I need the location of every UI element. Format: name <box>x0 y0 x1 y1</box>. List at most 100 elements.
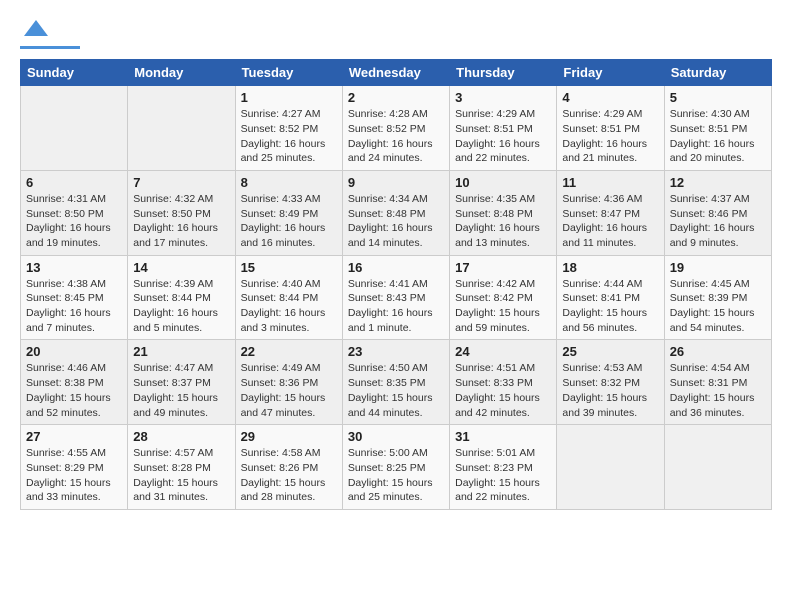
page-header <box>20 20 772 49</box>
day-info: Sunrise: 4:42 AM Sunset: 8:42 PM Dayligh… <box>455 277 551 336</box>
logo-divider <box>20 46 80 49</box>
day-info: Sunrise: 4:55 AM Sunset: 8:29 PM Dayligh… <box>26 446 122 505</box>
day-number: 24 <box>455 344 551 359</box>
day-number: 16 <box>348 260 444 275</box>
calendar-cell: 1Sunrise: 4:27 AM Sunset: 8:52 PM Daylig… <box>235 86 342 171</box>
calendar-cell: 26 Sunrise: 4:54 AM Sunset: 8:31 PM Dayli… <box>664 340 771 425</box>
calendar-cell: 28 Sunrise: 4:57 AM Sunset: 8:28 PM Dayli… <box>128 425 235 510</box>
day-info: Sunrise: 4:41 AM Sunset: 8:43 PM Dayligh… <box>348 277 444 336</box>
calendar-cell: 7 Sunrise: 4:32 AM Sunset: 8:50 PM Daylig… <box>128 170 235 255</box>
day-number: 18 <box>562 260 658 275</box>
day-info: Sunrise: 5:01 AM Sunset: 8:23 PM Dayligh… <box>455 446 551 505</box>
calendar-cell: 21 Sunrise: 4:47 AM Sunset: 8:37 PM Dayli… <box>128 340 235 425</box>
day-number: 22 <box>241 344 337 359</box>
calendar-cell: 30 Sunrise: 5:00 AM Sunset: 8:25 PM Dayli… <box>342 425 449 510</box>
day-info: Sunrise: 5:00 AM Sunset: 8:25 PM Dayligh… <box>348 446 444 505</box>
day-number: 6 <box>26 175 122 190</box>
calendar-table: SundayMondayTuesdayWednesdayThursdayFrid… <box>20 59 772 510</box>
day-info: Sunrise: 4:57 AM Sunset: 8:28 PM Dayligh… <box>133 446 229 505</box>
calendar-cell: 4 Sunrise: 4:29 AM Sunset: 8:51 PM Daylig… <box>557 86 664 171</box>
day-info: Sunrise: 4:39 AM Sunset: 8:44 PM Dayligh… <box>133 277 229 336</box>
day-info: Sunrise: 4:30 AM Sunset: 8:51 PM Dayligh… <box>670 107 766 166</box>
day-number: 29 <box>241 429 337 444</box>
calendar-cell: 2Sunrise: 4:28 AM Sunset: 8:52 PM Daylig… <box>342 86 449 171</box>
day-info: Sunrise: 4:37 AM Sunset: 8:46 PM Dayligh… <box>670 192 766 251</box>
weekday-header: Wednesday <box>342 60 449 86</box>
day-number: 7 <box>133 175 229 190</box>
day-info: Sunrise: 4:44 AM Sunset: 8:41 PM Dayligh… <box>562 277 658 336</box>
day-number: 28 <box>133 429 229 444</box>
day-number: 4 <box>562 90 658 105</box>
day-number: 31 <box>455 429 551 444</box>
calendar-week-row: 27 Sunrise: 4:55 AM Sunset: 8:29 PM Dayli… <box>21 425 772 510</box>
day-info: Sunrise: 4:45 AM Sunset: 8:39 PM Dayligh… <box>670 277 766 336</box>
day-info: Sunrise: 4:47 AM Sunset: 8:37 PM Dayligh… <box>133 361 229 420</box>
day-number: 13 <box>26 260 122 275</box>
day-number: 5 <box>670 90 766 105</box>
calendar-cell <box>21 86 128 171</box>
day-number: 2 <box>348 90 444 105</box>
day-number: 27 <box>26 429 122 444</box>
day-number: 11 <box>562 175 658 190</box>
calendar-cell: 10Sunrise: 4:35 AM Sunset: 8:48 PM Dayli… <box>450 170 557 255</box>
day-number: 9 <box>348 175 444 190</box>
calendar-cell: 31 Sunrise: 5:01 AM Sunset: 8:23 PM Dayli… <box>450 425 557 510</box>
day-info: Sunrise: 4:40 AM Sunset: 8:44 PM Dayligh… <box>241 277 337 336</box>
day-number: 30 <box>348 429 444 444</box>
day-info: Sunrise: 4:29 AM Sunset: 8:51 PM Dayligh… <box>455 107 551 166</box>
calendar-cell <box>128 86 235 171</box>
calendar-cell: 29 Sunrise: 4:58 AM Sunset: 8:26 PM Dayli… <box>235 425 342 510</box>
day-number: 26 <box>670 344 766 359</box>
calendar-cell: 16 Sunrise: 4:41 AM Sunset: 8:43 PM Dayli… <box>342 255 449 340</box>
day-info: Sunrise: 4:53 AM Sunset: 8:32 PM Dayligh… <box>562 361 658 420</box>
day-info: Sunrise: 4:58 AM Sunset: 8:26 PM Dayligh… <box>241 446 337 505</box>
calendar-cell: 13 Sunrise: 4:38 AM Sunset: 8:45 PM Dayli… <box>21 255 128 340</box>
day-info: Sunrise: 4:49 AM Sunset: 8:36 PM Dayligh… <box>241 361 337 420</box>
calendar-cell: 27 Sunrise: 4:55 AM Sunset: 8:29 PM Dayli… <box>21 425 128 510</box>
day-number: 20 <box>26 344 122 359</box>
calendar-cell: 18 Sunrise: 4:44 AM Sunset: 8:41 PM Dayli… <box>557 255 664 340</box>
day-info: Sunrise: 4:32 AM Sunset: 8:50 PM Dayligh… <box>133 192 229 251</box>
day-number: 14 <box>133 260 229 275</box>
day-info: Sunrise: 4:38 AM Sunset: 8:45 PM Dayligh… <box>26 277 122 336</box>
weekday-header: Thursday <box>450 60 557 86</box>
day-number: 19 <box>670 260 766 275</box>
calendar-cell: 3 Sunrise: 4:29 AM Sunset: 8:51 PM Daylig… <box>450 86 557 171</box>
calendar-week-row: 13 Sunrise: 4:38 AM Sunset: 8:45 PM Dayli… <box>21 255 772 340</box>
day-info: Sunrise: 4:36 AM Sunset: 8:47 PM Dayligh… <box>562 192 658 251</box>
calendar-cell: 25 Sunrise: 4:53 AM Sunset: 8:32 PM Dayli… <box>557 340 664 425</box>
day-number: 12 <box>670 175 766 190</box>
weekday-header: Sunday <box>21 60 128 86</box>
logo-icon <box>22 16 50 44</box>
calendar-cell: 11 Sunrise: 4:36 AM Sunset: 8:47 PM Dayli… <box>557 170 664 255</box>
day-number: 17 <box>455 260 551 275</box>
weekday-header: Friday <box>557 60 664 86</box>
calendar-week-row: 1Sunrise: 4:27 AM Sunset: 8:52 PM Daylig… <box>21 86 772 171</box>
weekday-header: Monday <box>128 60 235 86</box>
day-number: 3 <box>455 90 551 105</box>
calendar-week-row: 6 Sunrise: 4:31 AM Sunset: 8:50 PM Daylig… <box>21 170 772 255</box>
day-number: 15 <box>241 260 337 275</box>
day-number: 8 <box>241 175 337 190</box>
calendar-header-row: SundayMondayTuesdayWednesdayThursdayFrid… <box>21 60 772 86</box>
calendar-cell: 6 Sunrise: 4:31 AM Sunset: 8:50 PM Daylig… <box>21 170 128 255</box>
day-info: Sunrise: 4:46 AM Sunset: 8:38 PM Dayligh… <box>26 361 122 420</box>
calendar-cell: 5 Sunrise: 4:30 AM Sunset: 8:51 PM Daylig… <box>664 86 771 171</box>
day-info: Sunrise: 4:29 AM Sunset: 8:51 PM Dayligh… <box>562 107 658 166</box>
day-info: Sunrise: 4:54 AM Sunset: 8:31 PM Dayligh… <box>670 361 766 420</box>
day-info: Sunrise: 4:51 AM Sunset: 8:33 PM Dayligh… <box>455 361 551 420</box>
day-number: 10 <box>455 175 551 190</box>
day-info: Sunrise: 4:50 AM Sunset: 8:35 PM Dayligh… <box>348 361 444 420</box>
calendar-cell: 12 Sunrise: 4:37 AM Sunset: 8:46 PM Dayli… <box>664 170 771 255</box>
day-info: Sunrise: 4:31 AM Sunset: 8:50 PM Dayligh… <box>26 192 122 251</box>
day-info: Sunrise: 4:27 AM Sunset: 8:52 PM Dayligh… <box>241 107 337 166</box>
day-number: 23 <box>348 344 444 359</box>
weekday-header: Saturday <box>664 60 771 86</box>
day-number: 21 <box>133 344 229 359</box>
calendar-cell: 17 Sunrise: 4:42 AM Sunset: 8:42 PM Dayli… <box>450 255 557 340</box>
calendar-cell: 24 Sunrise: 4:51 AM Sunset: 8:33 PM Dayli… <box>450 340 557 425</box>
calendar-cell: 14 Sunrise: 4:39 AM Sunset: 8:44 PM Dayli… <box>128 255 235 340</box>
calendar-cell: 23 Sunrise: 4:50 AM Sunset: 8:35 PM Dayli… <box>342 340 449 425</box>
day-number: 25 <box>562 344 658 359</box>
calendar-week-row: 20 Sunrise: 4:46 AM Sunset: 8:38 PM Dayli… <box>21 340 772 425</box>
